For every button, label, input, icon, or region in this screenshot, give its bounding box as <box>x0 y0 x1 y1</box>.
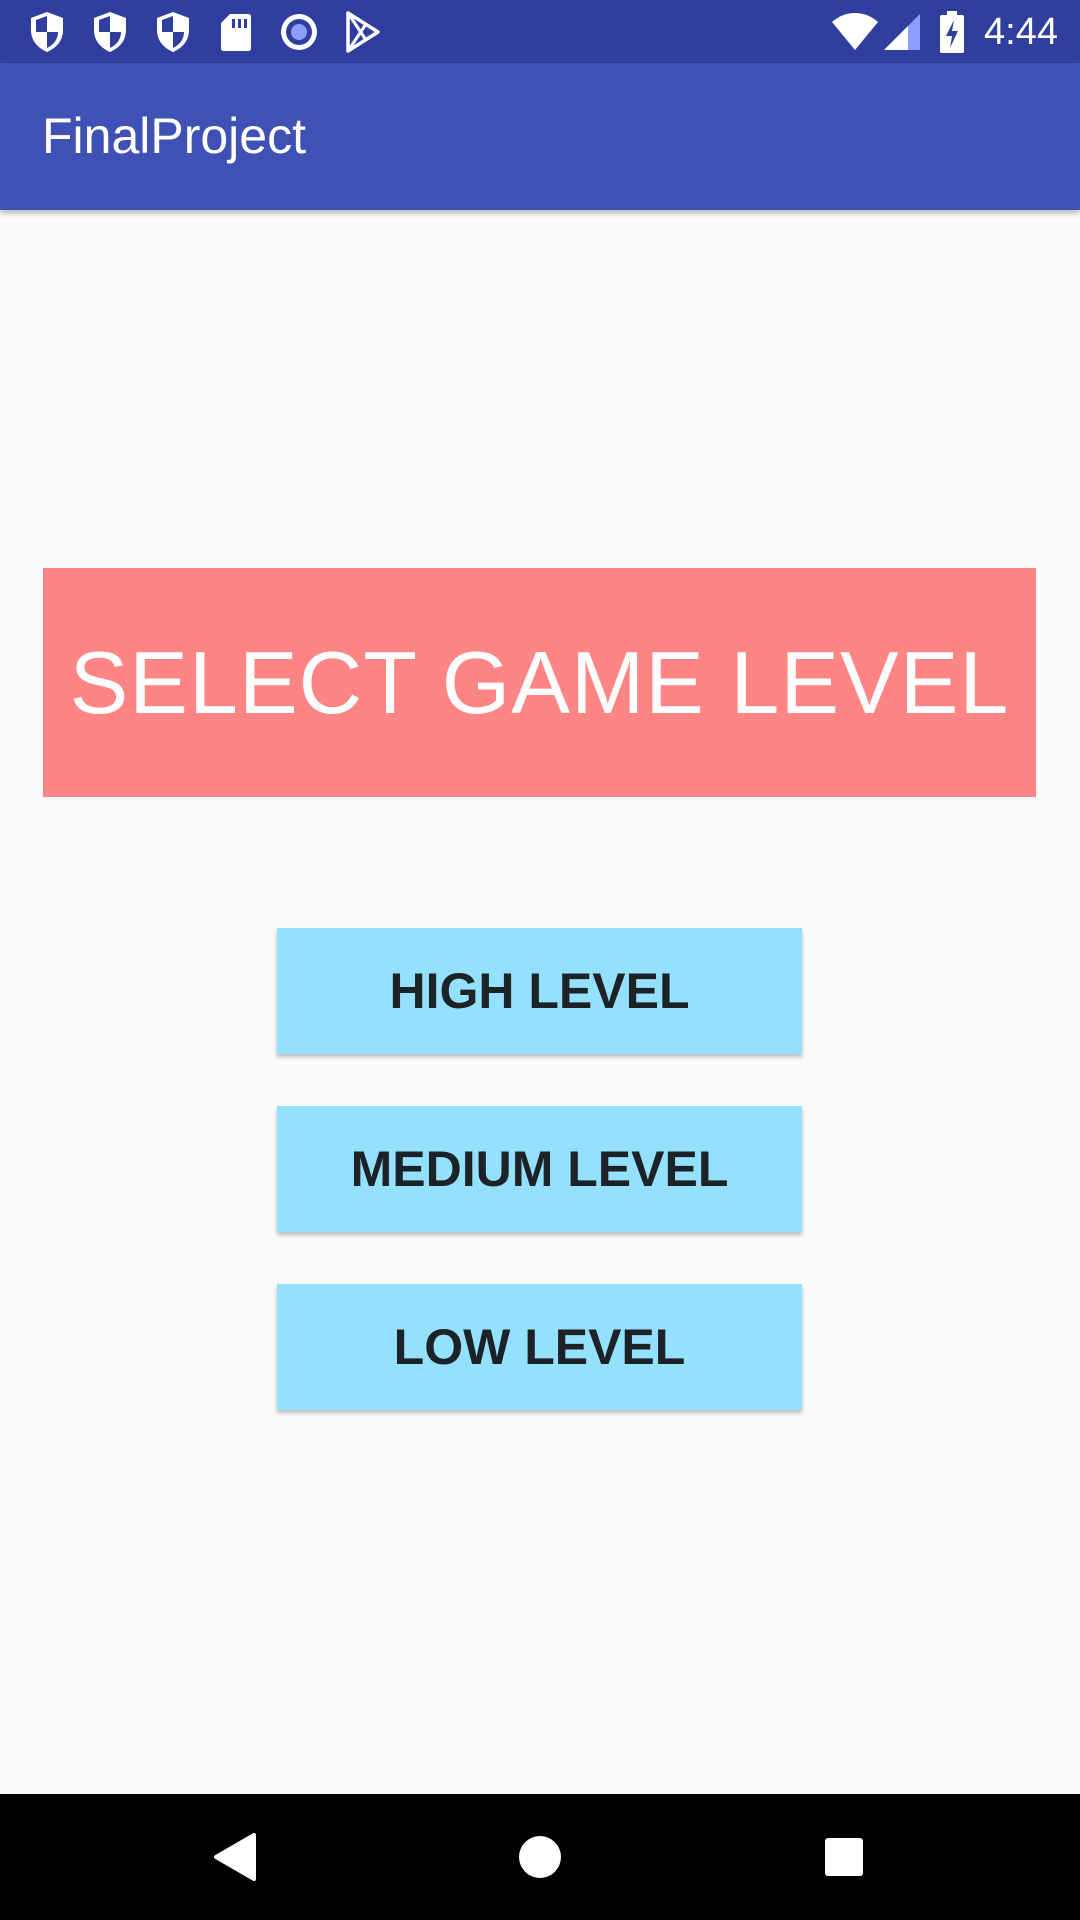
record-icon <box>279 10 319 54</box>
back-icon[interactable] <box>201 1822 271 1892</box>
wifi-icon <box>830 10 880 54</box>
app-bar: FinalProject <box>0 63 1080 210</box>
home-icon[interactable] <box>505 1822 575 1892</box>
medium-level-button[interactable]: MEDIUM LEVEL <box>277 1106 802 1232</box>
select-level-banner: SELECT GAME LEVEL <box>43 568 1036 797</box>
select-level-title: SELECT GAME LEVEL <box>69 632 1010 732</box>
app-title: FinalProject <box>42 108 306 164</box>
shield-icon <box>153 10 193 54</box>
recents-icon[interactable] <box>809 1822 879 1892</box>
shield-icon <box>27 10 67 54</box>
cellular-signal-icon <box>882 10 922 54</box>
play-store-icon <box>342 10 382 54</box>
low-level-button[interactable]: LOW LEVEL <box>277 1284 802 1410</box>
status-time: 4:44 <box>984 11 1058 53</box>
navigation-bar <box>0 1794 1080 1920</box>
battery-charging-icon <box>938 10 966 54</box>
shield-icon <box>90 10 130 54</box>
status-bar: 4:44 <box>0 0 1080 63</box>
sd-card-icon <box>216 10 256 54</box>
high-level-button[interactable]: HIGH LEVEL <box>277 928 802 1054</box>
